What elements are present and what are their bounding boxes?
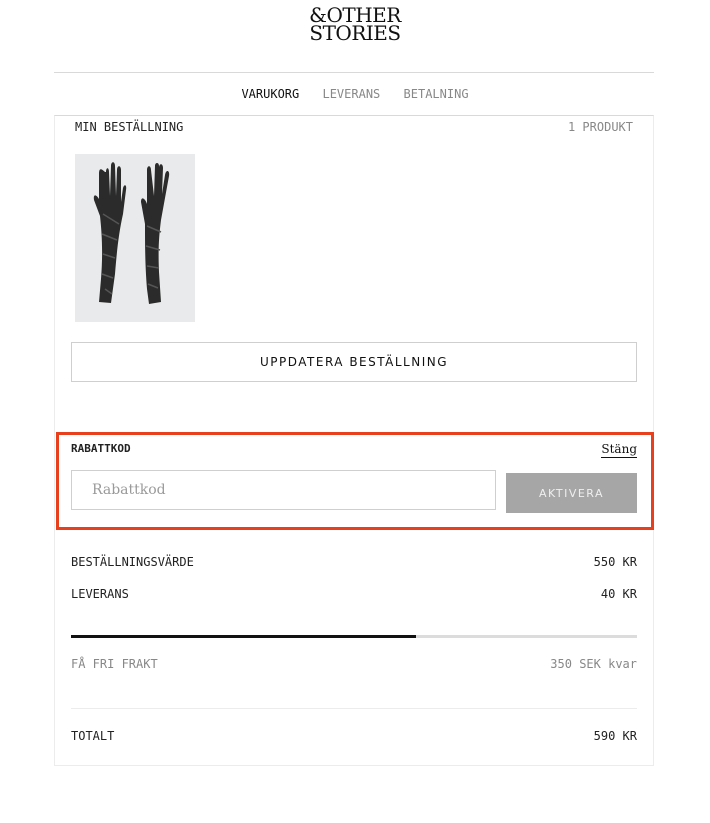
total-label: TOTALT	[71, 729, 115, 743]
delivery-amount: 40 KR	[600, 587, 637, 601]
step-leverans[interactable]: LEVERANS	[322, 87, 380, 101]
delivery-label: LEVERANS	[71, 587, 129, 601]
brand-logo-line2: STORIES	[309, 21, 401, 45]
total-divider	[71, 708, 637, 709]
brand-logo[interactable]: &OTHER STORIES	[0, 5, 710, 45]
order-heading: MIN BESTÄLLNING	[75, 120, 184, 134]
product-image-gloves[interactable]	[75, 154, 195, 322]
checkout-steps: VARUKORG LEVERANS BETALNING	[0, 87, 710, 101]
header-divider	[54, 72, 654, 73]
free-shipping-label: FÅ FRI FRAKT	[71, 657, 158, 671]
gloves-image	[75, 154, 195, 322]
order-value-label: BESTÄLLNINGSVÄRDE	[71, 555, 194, 569]
total-amount: 590 KR	[593, 729, 637, 743]
step-varukorg[interactable]: VARUKORG	[241, 87, 299, 101]
free-shipping-remaining: 350 SEK kvar	[550, 657, 637, 671]
free-shipping-progress-fill	[71, 635, 417, 638]
coupon-label: RABATTKOD	[71, 442, 131, 455]
order-value-amount: 550 KR	[593, 555, 637, 569]
coupon-close-link[interactable]: Stäng	[601, 442, 637, 458]
update-order-button[interactable]: UPPDATERA BESTÄLLNING	[71, 342, 637, 382]
coupon-code-input[interactable]	[71, 470, 496, 510]
free-shipping-progress-bar	[71, 635, 637, 638]
step-betalning[interactable]: BETALNING	[404, 87, 469, 101]
activate-coupon-button[interactable]: AKTIVERA	[506, 473, 637, 513]
order-product-count: 1 PRODUKT	[567, 120, 633, 134]
